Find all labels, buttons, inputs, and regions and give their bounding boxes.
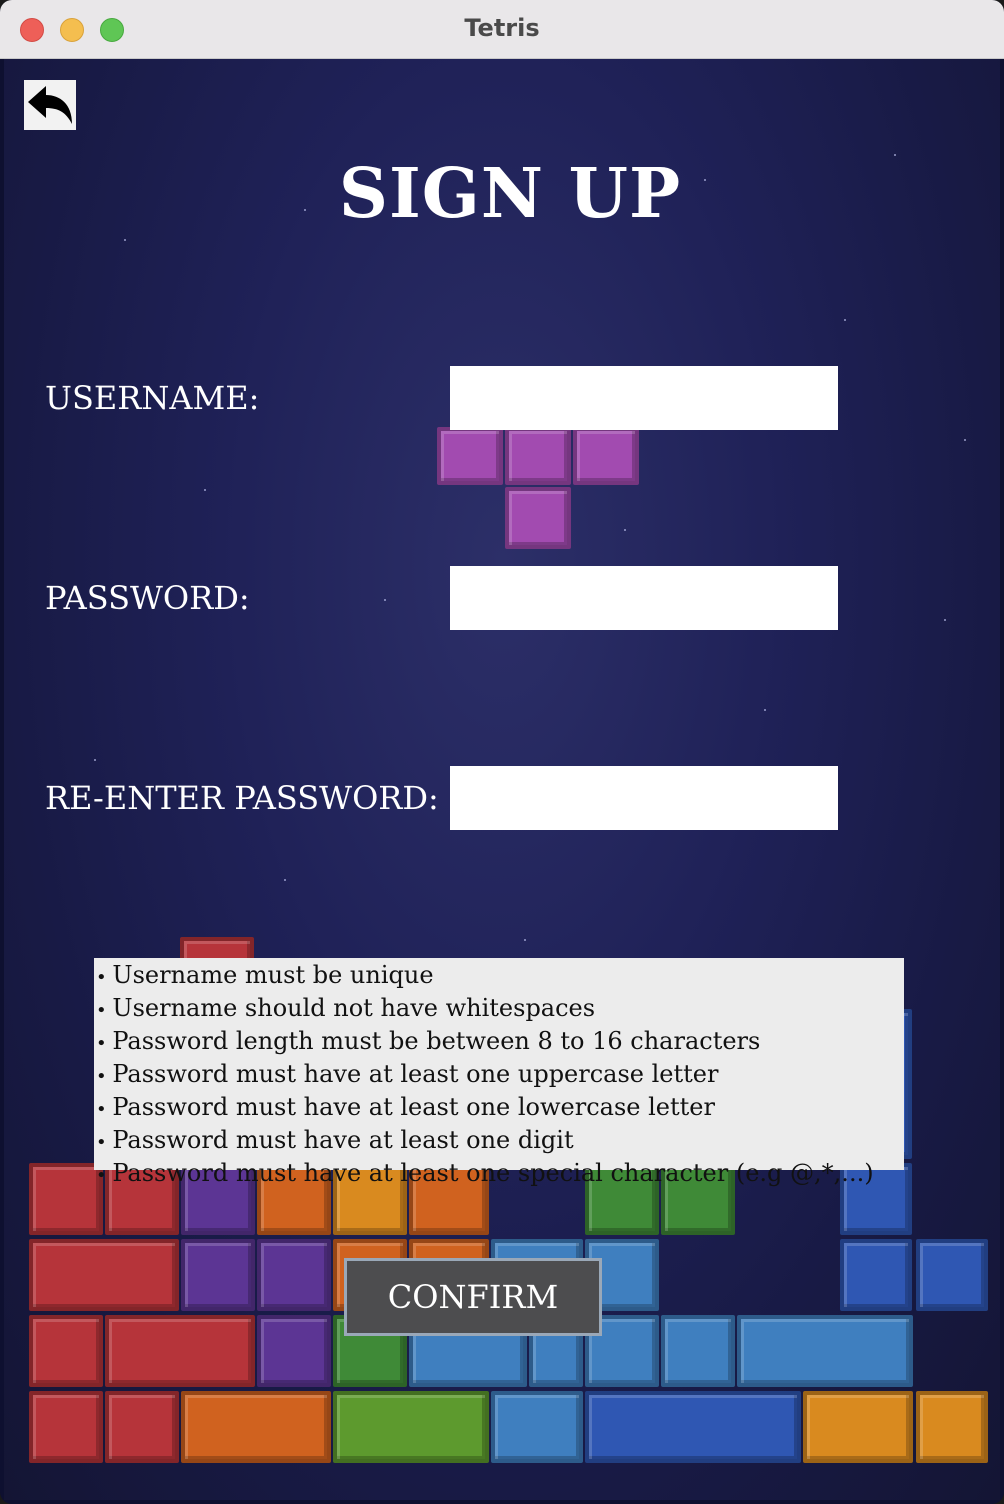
back-arrow-icon: [28, 86, 72, 124]
rule-item: Username should not have whitespaces: [94, 993, 904, 1026]
password-rules-box: Username must be unique Username should …: [94, 958, 904, 1187]
rule-item: Password must have at least one digit: [94, 1125, 904, 1158]
t-block-piece: [437, 427, 503, 485]
stack-block: [916, 1391, 988, 1463]
confirm-button[interactable]: CONFIRM: [344, 1258, 602, 1336]
signup-screen: SIGN UP USERNAME: PASSWORD: RE-ENTER PAS…: [4, 59, 1000, 1500]
stack-block: [333, 1391, 489, 1463]
stack-block: [181, 1391, 331, 1463]
stack-block: [257, 1239, 331, 1311]
username-label: USERNAME:: [45, 379, 260, 417]
title-bar: Tetris: [0, 0, 1004, 59]
stack-block: [585, 1391, 801, 1463]
reenter-password-label: RE-ENTER PASSWORD:: [45, 779, 439, 817]
password-label: PASSWORD:: [45, 579, 250, 617]
stack-block: [181, 1239, 255, 1311]
rule-item: Password must have at least one special …: [94, 1158, 904, 1191]
stack-block: [105, 1391, 179, 1463]
stack-block: [105, 1315, 255, 1387]
reenter-password-input[interactable]: [450, 766, 838, 830]
stack-block: [29, 1163, 103, 1235]
window-title: Tetris: [464, 14, 540, 42]
back-button[interactable]: [24, 80, 76, 130]
stack-block: [491, 1391, 583, 1463]
rule-item: Password must have at least one lowercas…: [94, 1092, 904, 1125]
stack-block: [29, 1391, 103, 1463]
stack-block: [29, 1315, 103, 1387]
app-window: Tetris SIGN UP USERNAME: PASSWORD: RE-EN…: [0, 0, 1004, 1504]
rule-item: Password must have at least one uppercas…: [94, 1059, 904, 1092]
rule-item: Password length must be between 8 to 16 …: [94, 1026, 904, 1059]
t-block-piece: [573, 427, 639, 485]
stack-block: [29, 1239, 179, 1311]
stack-block: [803, 1391, 913, 1463]
stack-block: [661, 1315, 735, 1387]
password-input[interactable]: [450, 566, 838, 630]
t-block-piece: [505, 487, 571, 549]
stack-block: [840, 1239, 912, 1311]
stack-block: [737, 1315, 913, 1387]
username-input[interactable]: [450, 366, 838, 430]
stack-block: [916, 1239, 988, 1311]
stack-block: [257, 1315, 331, 1387]
page-title: SIGN UP: [338, 154, 682, 234]
t-block-piece: [505, 427, 571, 485]
rule-item: Username must be unique: [94, 960, 904, 993]
